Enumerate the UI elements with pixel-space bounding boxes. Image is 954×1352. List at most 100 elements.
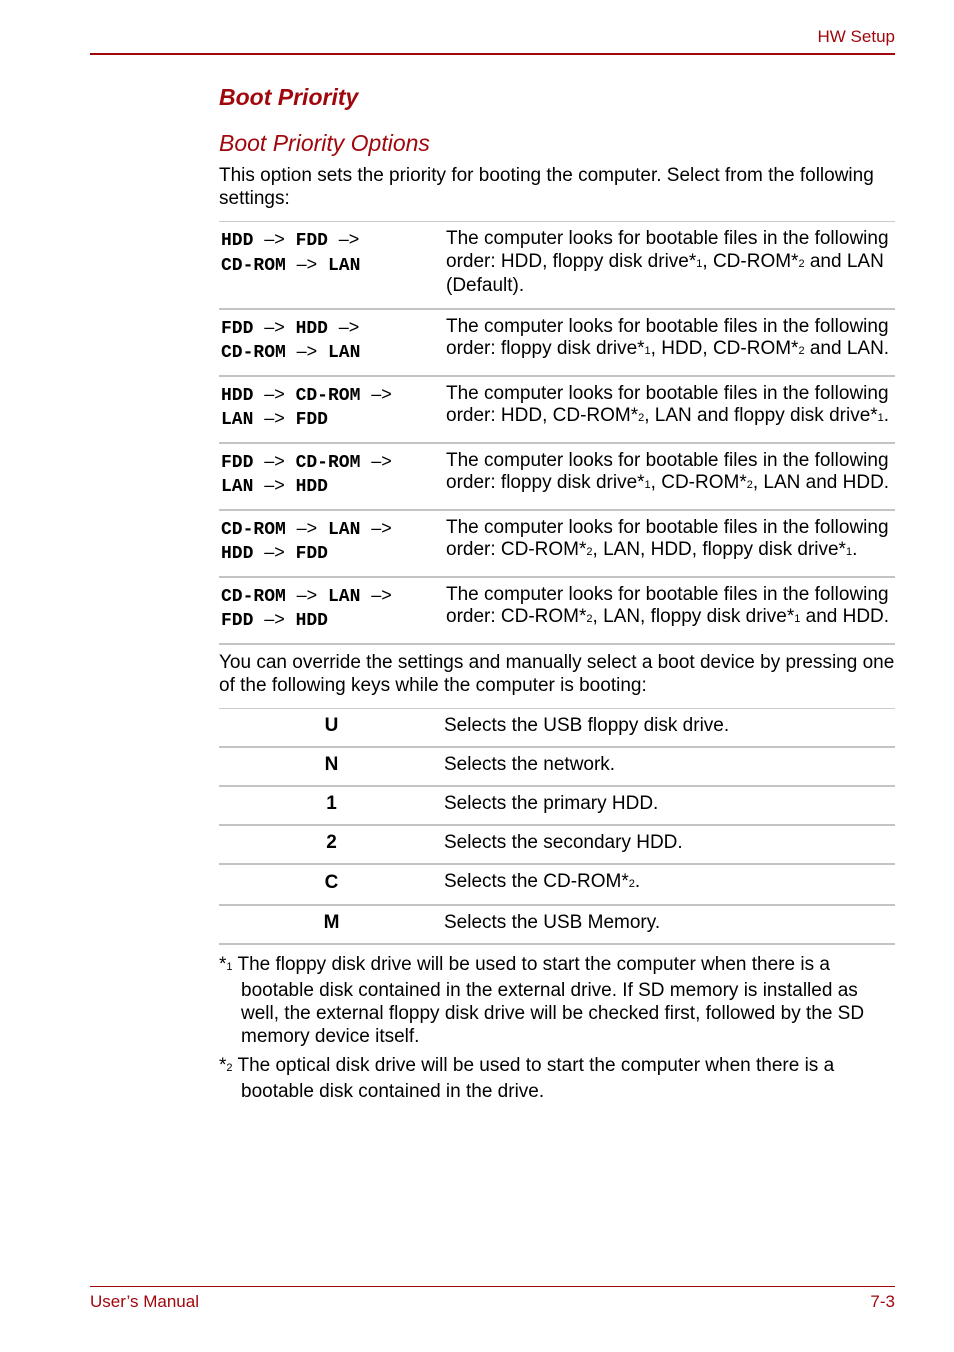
device-name: HDD (221, 544, 254, 564)
arrow-glyph: –> (338, 316, 360, 337)
key-label: C (219, 863, 444, 906)
arrow-glyph: –> (264, 383, 285, 404)
intro-paragraph: This option sets the priority for bootin… (219, 165, 874, 209)
footnote-ref: 2 (628, 877, 635, 890)
priority-sequence: HDD –> CD-ROM –> LAN –> FDD (219, 375, 446, 444)
page-content: Boot Priority Boot Priority Options This… (219, 82, 895, 1103)
key-row: C Selects the CD-ROM*2. (219, 863, 895, 906)
arrow-glyph: –> (296, 584, 318, 605)
section-title: Boot Priority (219, 84, 359, 110)
device-name: FDD (295, 231, 328, 251)
arrow-glyph: –> (371, 517, 392, 538)
arrow-glyph: –> (264, 316, 285, 337)
device-name: FDD (295, 410, 328, 430)
footnote-ref: 2 (746, 479, 753, 491)
priority-sequence: CD-ROM –> LAN –> HDD –> FDD (219, 509, 446, 578)
arrow-glyph: –> (371, 450, 392, 471)
footnote-ref: 1 (644, 479, 651, 491)
footnote-ref: 2 (586, 546, 593, 558)
footnote-ref: 1 (696, 257, 703, 270)
running-header: HW Setup (817, 27, 895, 46)
key-description: Selects the CD-ROM*2. (444, 863, 895, 906)
priority-description: The computer looks for bootable files in… (446, 576, 895, 645)
device-name: CD-ROM (221, 343, 286, 363)
key-label: N (219, 746, 444, 787)
arrow-glyph: –> (296, 341, 318, 361)
device-name: CD-ROM (295, 452, 361, 473)
device-name: CD-ROM (221, 255, 286, 276)
key-label: M (219, 904, 444, 945)
key-description: Selects the USB Memory. (444, 904, 895, 945)
arrow-glyph: –> (264, 475, 285, 495)
device-name: FDD (221, 452, 254, 473)
key-row: 2 Selects the secondary HDD. (219, 824, 895, 865)
arrow-glyph: –> (264, 408, 285, 428)
priority-description: The computer looks for bootable files in… (446, 442, 895, 511)
device-name: LAN (327, 255, 361, 276)
footnote-ref: 1 (877, 412, 884, 424)
footer-manual-title: User’s Manual (90, 1292, 199, 1311)
key-label: U (219, 708, 444, 748)
footnote-ref: 2 (586, 613, 593, 625)
device-name: CD-ROM (295, 385, 361, 406)
priority-row: FDD –> CD-ROM –> LAN –> HDD The computer l… (219, 442, 895, 511)
footnote-number: 2 (226, 1061, 233, 1074)
device-name: LAN (327, 343, 361, 363)
footnote: *1 The floppy disk drive will be used to… (219, 953, 865, 1047)
priority-sequence: CD-ROM –> LAN –> FDD –> HDD (219, 576, 446, 645)
key-row: 1 Selects the primary HDD. (219, 785, 895, 826)
footnote-number: 1 (226, 960, 233, 973)
device-name: FDD (295, 544, 328, 564)
device-name: HDD (295, 318, 328, 339)
boot-priority-table: HDD –> FDD –> CD-ROM –> LAN The computer l… (219, 221, 895, 645)
override-paragraph: You can override the settings and manual… (219, 651, 895, 696)
device-name: FDD (221, 318, 254, 339)
footnote-ref: 2 (638, 412, 645, 424)
priority-description: The computer looks for bootable files in… (446, 509, 895, 578)
key-row: M Selects the USB Memory. (219, 904, 895, 945)
arrow-glyph: –> (371, 383, 392, 404)
subsection-title: Boot Priority Options (219, 130, 430, 156)
footer-rule (90, 1286, 895, 1287)
footnote-ref: 1 (644, 345, 651, 357)
footnotes: *1 The floppy disk drive will be used to… (219, 953, 895, 1103)
priority-row: HDD –> FDD –> CD-ROM –> LAN The computer l… (219, 221, 895, 310)
device-name: FDD (221, 611, 254, 631)
footnote-ref: 2 (798, 257, 805, 270)
device-name: HDD (221, 231, 254, 251)
priority-sequence: FDD –> CD-ROM –> LAN –> HDD (219, 442, 446, 511)
header-rule (90, 53, 895, 55)
key-row: U Selects the USB floppy disk drive. (219, 708, 895, 748)
arrow-glyph: –> (296, 253, 318, 274)
priority-row: CD-ROM –> LAN –> HDD –> FDD The computer l… (219, 509, 895, 578)
device-name: CD-ROM (221, 586, 286, 607)
arrow-glyph: –> (371, 584, 392, 605)
arrow-glyph: –> (264, 450, 285, 471)
device-name: LAN (327, 586, 361, 607)
key-description: Selects the network. (444, 746, 895, 787)
priority-sequence: HDD –> FDD –> CD-ROM –> LAN (219, 221, 446, 310)
boot-keys-table: U Selects the USB floppy disk drive. N Sele… (219, 707, 895, 945)
arrow-glyph: –> (264, 542, 285, 562)
device-name: HDD (221, 385, 254, 406)
priority-description: The computer looks for bootable files in… (446, 375, 895, 444)
footnote: *2 The optical disk drive will be used t… (219, 1054, 835, 1102)
priority-description: The computer looks for bootable files in… (446, 221, 895, 310)
arrow-glyph: –> (296, 517, 318, 538)
priority-row: HDD –> CD-ROM –> LAN –> FDD The computer l… (219, 375, 895, 444)
priority-sequence: FDD –> HDD –> CD-ROM –> LAN (219, 308, 446, 377)
page-number: 7-3 (870, 1292, 895, 1311)
footnote-ref: 1 (794, 613, 801, 625)
device-name: LAN (221, 410, 254, 430)
key-description: Selects the secondary HDD. (444, 824, 895, 865)
priority-row: CD-ROM –> LAN –> FDD –> HDD The computer l… (219, 576, 895, 645)
arrow-glyph: –> (264, 229, 285, 249)
footnote-ref: 2 (798, 345, 805, 357)
device-name: LAN (327, 519, 361, 540)
device-name: HDD (295, 477, 328, 497)
arrow-glyph: –> (264, 609, 285, 629)
key-description: Selects the primary HDD. (444, 785, 895, 826)
device-name: LAN (221, 477, 254, 497)
priority-description: The computer looks for bootable files in… (446, 308, 895, 377)
priority-row: FDD –> HDD –> CD-ROM –> LAN The computer l… (219, 308, 895, 377)
